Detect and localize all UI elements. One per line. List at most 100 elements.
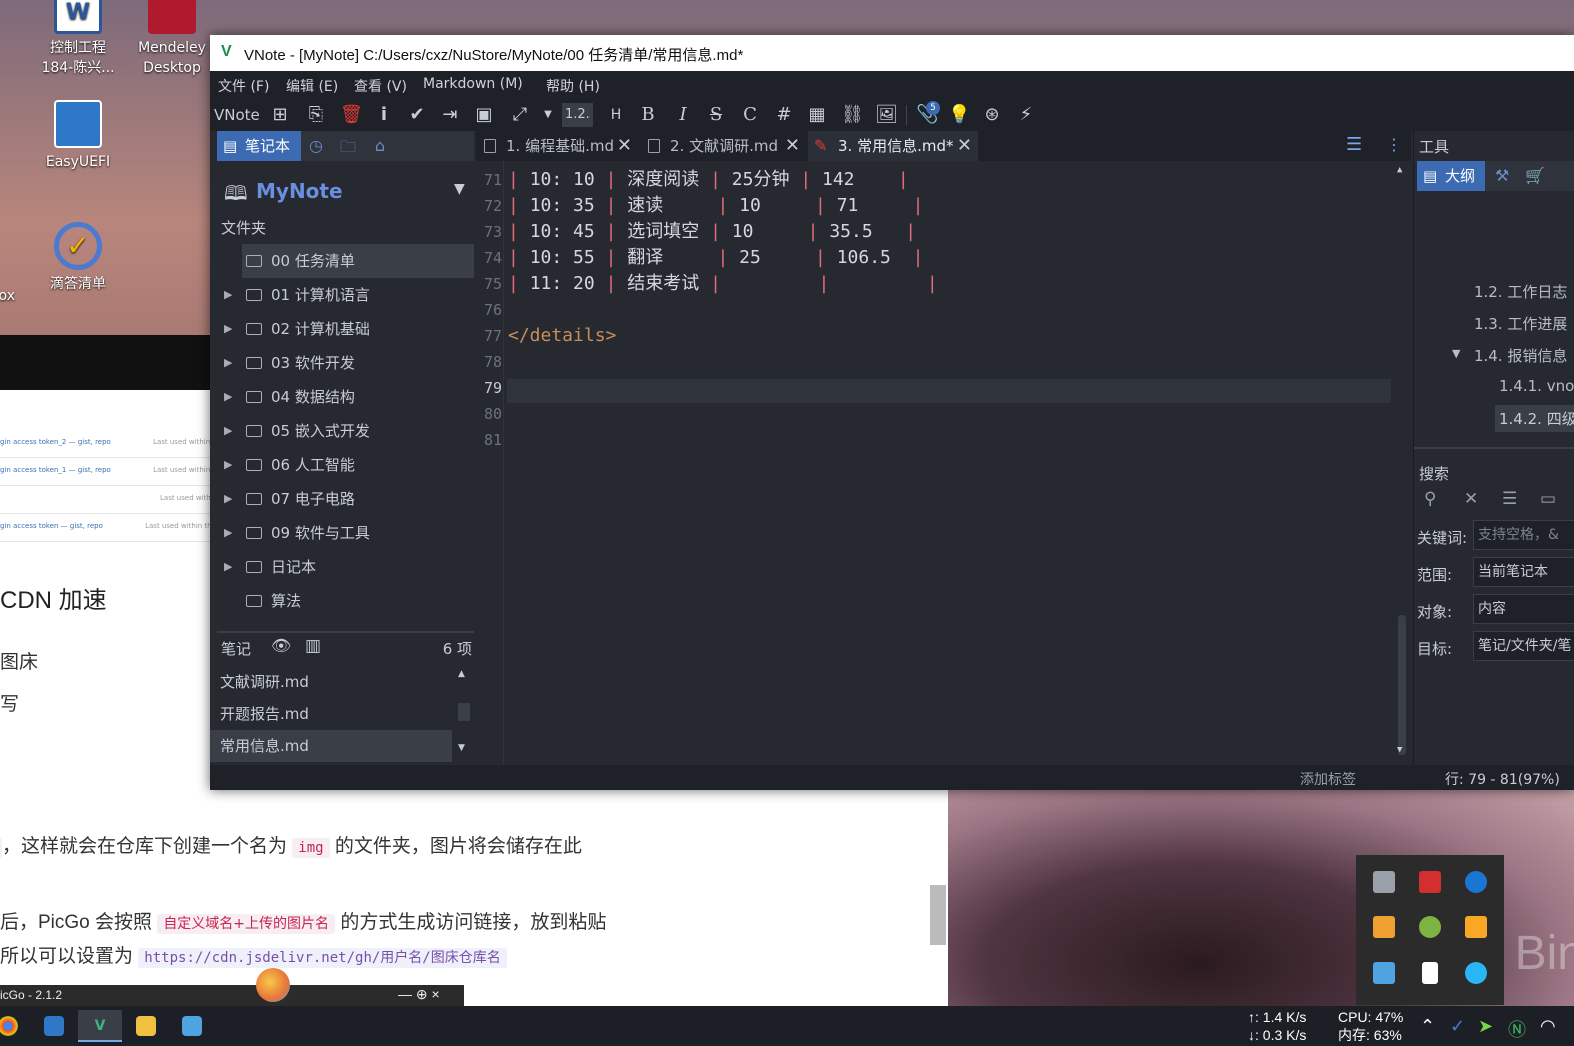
taskbar-app-vnote[interactable]: V bbox=[78, 1010, 122, 1042]
bold-button[interactable]: B bbox=[638, 103, 658, 127]
tab-notebook[interactable]: ▤ 笔记本 bbox=[217, 131, 301, 161]
link-icon[interactable]: ⛓ bbox=[841, 103, 864, 127]
windows-tray-icon[interactable] bbox=[1422, 961, 1438, 984]
outline-item[interactable]: 1.4.1. vno bbox=[1499, 377, 1574, 395]
monitor-tray-icon[interactable] bbox=[1373, 871, 1395, 893]
editor-tab-active[interactable]: ✎ 3. 常用信息.md* ✕ bbox=[808, 131, 978, 161]
lightning-icon[interactable]: ⚡ bbox=[1016, 103, 1036, 127]
expand-arrow-icon[interactable]: ▶ bbox=[224, 414, 232, 448]
folder-explorer-icon[interactable]: 🗀 bbox=[338, 136, 358, 156]
expand-arrow-icon[interactable]: ▶ bbox=[224, 550, 232, 584]
close-icon[interactable]: ✕ bbox=[1464, 489, 1478, 509]
cursor-tray-icon[interactable]: ➤ bbox=[1478, 1016, 1493, 1037]
desktop-icon-ticktick[interactable]: ✓ 滴答清单 bbox=[36, 222, 120, 294]
info-icon[interactable]: i bbox=[374, 103, 394, 127]
outline-item[interactable]: 1.2. 工作日志 bbox=[1474, 281, 1567, 302]
check-icon[interactable]: ✔ bbox=[407, 103, 427, 127]
chevron-down-icon[interactable]: ▼ bbox=[1397, 745, 1402, 755]
add-tag-button[interactable]: 添加标签 bbox=[1300, 769, 1356, 789]
scrollbar[interactable]: ▲ ▼ bbox=[1397, 165, 1407, 755]
cart-icon[interactable]: 🛒 bbox=[1525, 166, 1545, 185]
tab-outline[interactable]: ▤ 大纲 bbox=[1417, 161, 1485, 191]
folder-tray-icon[interactable] bbox=[1373, 916, 1395, 939]
tab-list-icon[interactable]: ☰ bbox=[1346, 134, 1362, 155]
magic-wand-icon[interactable]: ⚒ bbox=[1495, 166, 1509, 185]
lightbulb-icon[interactable]: 💡 bbox=[948, 103, 970, 127]
expand-arrow-icon[interactable]: ▶ bbox=[224, 516, 232, 550]
note-item[interactable]: 常用信息.md bbox=[210, 730, 452, 762]
chevron-down-icon[interactable]: ▼ bbox=[454, 181, 465, 197]
more-options-icon[interactable]: ⋮ bbox=[1386, 135, 1402, 154]
wifi-icon[interactable]: ◠ bbox=[1540, 1016, 1556, 1037]
menu-file[interactable]: 文件 (F) bbox=[218, 76, 269, 96]
editor-tab[interactable]: 2. 文献调研.md ✕ bbox=[640, 131, 806, 161]
menu-markdown[interactable]: Markdown (M) bbox=[423, 76, 523, 92]
heading-sequence-button[interactable]: 1.2. bbox=[562, 103, 593, 127]
keyword-input[interactable]: 支持空格，& bbox=[1473, 520, 1574, 550]
taskbar-app-explorer[interactable] bbox=[124, 1010, 168, 1042]
expand-icon[interactable]: ⤢ bbox=[510, 103, 530, 127]
markdown-editor[interactable]: 71 72 73 74 75 76 77 78 79 80 81 | 10: 1… bbox=[476, 161, 1411, 765]
desktop-icon-word[interactable]: W 控制工程 184-陈兴... bbox=[36, 0, 120, 78]
expand-arrow-icon[interactable]: ▶ bbox=[224, 312, 232, 346]
scrollbar[interactable]: ▲ ▼ bbox=[456, 669, 470, 761]
new-note-icon[interactable]: ⎘ bbox=[306, 103, 326, 127]
object-select[interactable]: 内容 bbox=[1473, 594, 1574, 624]
chevron-down-icon[interactable]: ▼ bbox=[458, 743, 465, 753]
heading-button[interactable]: H bbox=[606, 103, 626, 127]
taskbar-app[interactable] bbox=[32, 1010, 76, 1042]
expand-arrow-icon[interactable]: ▶ bbox=[224, 380, 232, 414]
cloud-icon[interactable] bbox=[1465, 961, 1487, 984]
code-block-button[interactable]: # bbox=[774, 103, 794, 127]
folder-item[interactable]: ▶ 06 人工智能 bbox=[210, 448, 474, 482]
expand-arrow-icon[interactable]: ▶ bbox=[224, 278, 232, 312]
picgo-window[interactable]: icGo - 2.1.2 — ⊕ × bbox=[0, 985, 464, 1006]
settings-icon[interactable]: ☰ bbox=[1502, 489, 1517, 509]
picgo-controls[interactable]: — ⊕ × bbox=[398, 986, 440, 1003]
image-icon[interactable]: 🖼 bbox=[875, 103, 898, 127]
folder-item[interactable]: 算法 bbox=[210, 584, 474, 618]
editor-tab[interactable]: 1. 编程基础.md ✕ bbox=[476, 131, 638, 161]
chevron-down-icon[interactable]: ▼ bbox=[538, 103, 558, 127]
close-icon[interactable]: ✕ bbox=[957, 131, 972, 161]
folder-item[interactable]: ▶ 04 数据结构 bbox=[210, 380, 474, 414]
scrollbar-thumb[interactable] bbox=[1398, 615, 1406, 755]
taskbar-app-chrome[interactable] bbox=[0, 1010, 30, 1042]
tag-icon[interactable]: ⌂ bbox=[370, 136, 390, 156]
app-tray-icon[interactable]: Ⓝ bbox=[1508, 1016, 1526, 1042]
taskbar-app[interactable] bbox=[170, 1010, 214, 1042]
note-item[interactable]: 文献调研.md bbox=[210, 666, 452, 698]
history-icon[interactable]: ◷ bbox=[306, 136, 326, 156]
inline-code-button[interactable]: C bbox=[740, 103, 760, 127]
scrollbar[interactable] bbox=[930, 885, 946, 945]
folder-item[interactable]: ▶ 03 软件开发 bbox=[210, 346, 474, 380]
table-icon[interactable]: ▦ bbox=[807, 103, 827, 127]
target-select[interactable]: 笔记/文件夹/笔 bbox=[1473, 631, 1574, 661]
sync-tray-icon[interactable] bbox=[1419, 916, 1441, 939]
chevron-up-icon[interactable]: ▲ bbox=[1397, 165, 1402, 175]
delete-icon[interactable]: 🗑 bbox=[340, 103, 363, 127]
expand-arrow-icon[interactable]: ▶ bbox=[224, 448, 232, 482]
folder-item[interactable]: ▶ 01 计算机语言 bbox=[210, 278, 474, 312]
close-icon[interactable]: ✕ bbox=[785, 131, 800, 161]
folder-item[interactable]: 00 任务清单 bbox=[242, 244, 474, 278]
strikethrough-button[interactable]: S bbox=[706, 103, 726, 127]
app-tray-icon[interactable] bbox=[1373, 961, 1395, 984]
folder-item[interactable]: ▶ 05 嵌入式开发 bbox=[210, 414, 474, 448]
expand-arrow-icon[interactable]: ▶ bbox=[224, 482, 232, 516]
eye-icon[interactable]: 👁 bbox=[271, 636, 291, 655]
outline-item[interactable]: 1.4. 报销信息 bbox=[1474, 345, 1567, 366]
menu-edit[interactable]: 编辑 (E) bbox=[286, 76, 338, 96]
folder-item[interactable]: ▶ 09 软件与工具 bbox=[210, 516, 474, 550]
app-tray-icon[interactable] bbox=[1419, 871, 1441, 893]
chevron-up-icon[interactable]: ▲ bbox=[458, 669, 465, 679]
bluetooth-icon[interactable] bbox=[1465, 871, 1487, 893]
desktop-icon-mendeley[interactable]: Mendeley Desktop bbox=[130, 0, 214, 78]
ticktick-tray-icon[interactable]: ✓ bbox=[1450, 1016, 1465, 1037]
italic-button[interactable]: I bbox=[673, 103, 693, 127]
scope-select[interactable]: 当前笔记本 bbox=[1473, 557, 1574, 587]
expand-arrow-icon[interactable]: ▶ bbox=[224, 346, 232, 380]
shield-icon[interactable] bbox=[1465, 916, 1487, 939]
chevron-down-icon[interactable]: ▼ bbox=[1452, 347, 1460, 360]
screen-icon[interactable]: ▭ bbox=[1540, 489, 1556, 509]
